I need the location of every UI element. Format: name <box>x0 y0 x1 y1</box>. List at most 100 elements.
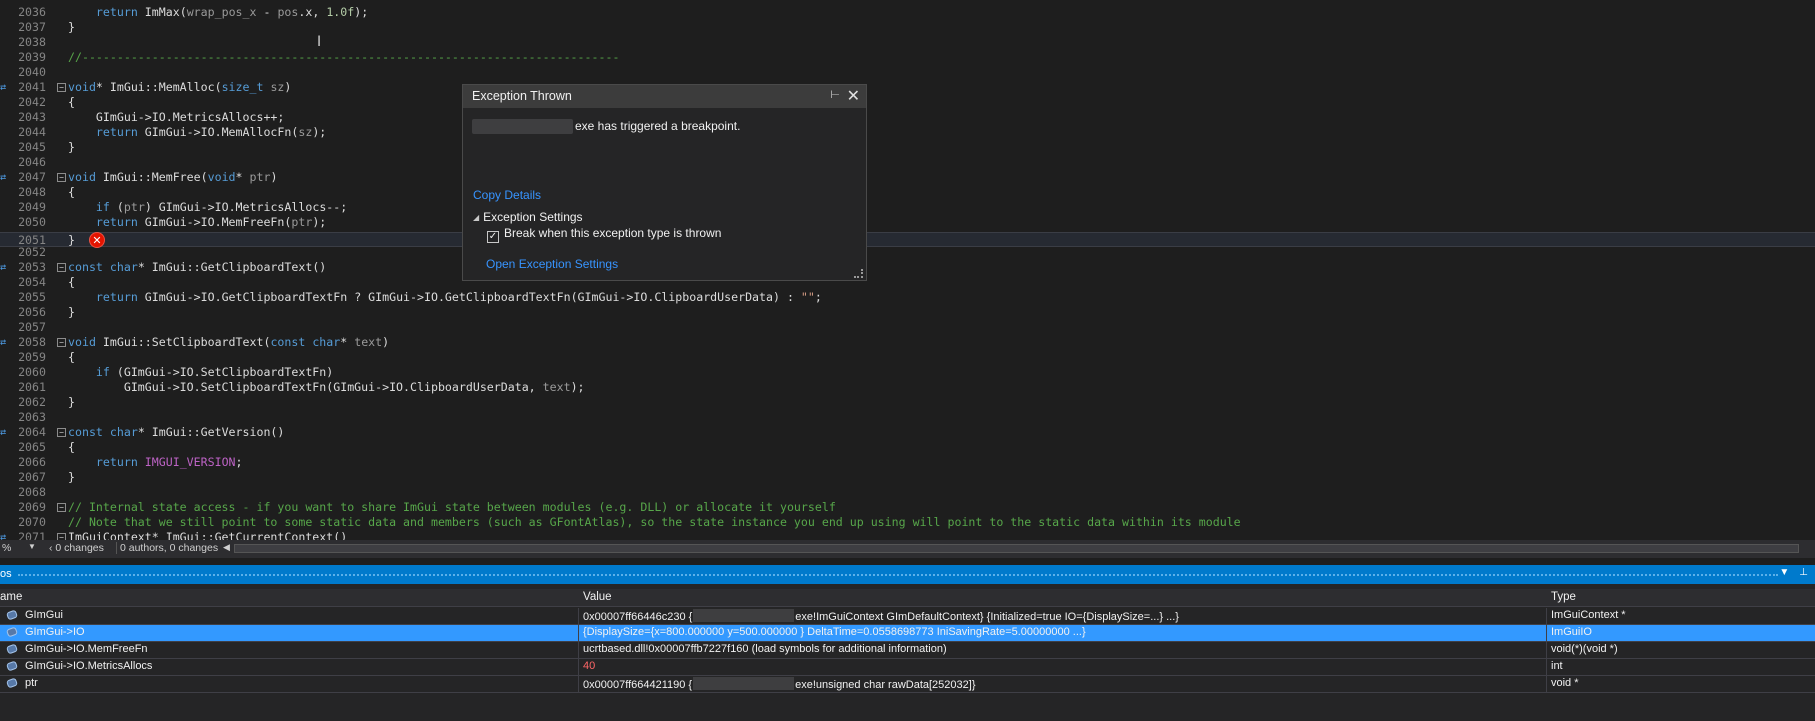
fold-toggle-icon[interactable]: − <box>57 338 66 347</box>
code-text[interactable]: } <box>68 305 75 320</box>
autos-row[interactable]: ptr 0x00007ff664421190 {exe!unsigned char… <box>0 676 1815 693</box>
fold-toggle-icon[interactable]: − <box>57 83 66 92</box>
code-line[interactable]: 2048 { <box>0 185 1815 200</box>
code-line[interactable]: ⇄ 2047 − void ImGui::MemFree(void* ptr) <box>0 170 1815 185</box>
code-text[interactable]: return IMGUI_VERSION; <box>68 455 243 470</box>
variable-name[interactable]: GImGui->IO.MetricsAllocs <box>25 660 152 672</box>
code-line[interactable]: 2044 return GImGui->IO.MemAllocFn(sz); <box>0 125 1815 140</box>
code-text[interactable]: return ImMax(wrap_pos_x - pos.x, 1.0f); <box>68 5 368 20</box>
code-text[interactable]: const char* ImGui::GetClipboardText() <box>68 260 326 275</box>
code-line[interactable]: ⇄ 2071 − ImGuiContext* ImGui::GetCurrentCon… <box>0 530 1815 540</box>
code-line[interactable]: 2061 GImGui->IO.SetClipboardTextFn(GImGu… <box>0 380 1815 395</box>
code-line[interactable]: 2070 // Note that we still point to some … <box>0 515 1815 530</box>
code-text[interactable]: if (ptr) GImGui->IO.MetricsAllocs--; <box>68 200 347 215</box>
checkmark-icon[interactable]: ✓ <box>487 231 499 243</box>
code-line[interactable]: 2050 return GImGui->IO.MemFreeFn(ptr); <box>0 215 1815 230</box>
code-line[interactable]: 2063 <box>0 410 1815 425</box>
code-line[interactable]: 2066 return IMGUI_VERSION; <box>0 455 1815 470</box>
pin-icon[interactable]: ⊢ <box>830 88 840 101</box>
code-text[interactable]: { <box>68 275 75 290</box>
zoom-dropdown-icon[interactable]: ▼ <box>28 542 36 551</box>
column-value[interactable]: Value <box>583 591 612 603</box>
autos-row[interactable]: GImGui->IO.MetricsAllocs 40 int <box>0 659 1815 676</box>
code-text[interactable]: // Internal state access - if you want t… <box>68 500 836 515</box>
error-breakpoint-icon[interactable]: ✕ <box>89 232 105 248</box>
code-editor[interactable]: 2036 return ImMax(wrap_pos_x - pos.x, 1.… <box>0 0 1815 540</box>
code-line[interactable]: ⇄ 2064 − const char* ImGui::GetVersion() <box>0 425 1815 440</box>
code-line[interactable]: ⇄ 2041 − void* ImGui::MemAlloc(size_t sz) <box>0 80 1815 95</box>
code-text[interactable]: void ImGui::MemFree(void* ptr) <box>68 170 277 185</box>
break-on-exception-checkbox[interactable]: ✓ Break when this exception type is throw… <box>487 226 721 243</box>
code-line[interactable]: 2057 <box>0 320 1815 335</box>
code-line[interactable]: 2065 { <box>0 440 1815 455</box>
authors-indicator[interactable]: 0 authors, 0 changes <box>116 542 218 554</box>
dropdown-icon[interactable]: ▼ <box>1779 567 1789 578</box>
code-line[interactable]: 2068 <box>0 485 1815 500</box>
code-text[interactable]: } <box>68 20 75 35</box>
code-line[interactable]: 2055 return GImGui->IO.GetClipboardTextF… <box>0 290 1815 305</box>
code-line[interactable]: 2043 GImGui->IO.MetricsAllocs++; <box>0 110 1815 125</box>
autos-row[interactable]: GImGui->IO {DisplaySize={x=800.000000 y=5… <box>0 625 1815 642</box>
code-text[interactable]: //--------------------------------------… <box>68 50 619 65</box>
fold-toggle-icon[interactable]: − <box>57 428 66 437</box>
code-text[interactable]: void* ImGui::MemAlloc(size_t sz) <box>68 80 291 95</box>
code-line[interactable]: 2069 −// Internal state access - if you w… <box>0 500 1815 515</box>
code-line[interactable]: 2039 //----------------------------------… <box>0 50 1815 65</box>
code-text[interactable]: return GImGui->IO.MemFreeFn(ptr); <box>68 215 326 230</box>
variable-name[interactable]: ptr <box>25 677 38 689</box>
code-text[interactable]: { <box>68 95 75 110</box>
code-line[interactable]: 2040 <box>0 65 1815 80</box>
code-line[interactable]: 2056} <box>0 305 1815 320</box>
code-text[interactable]: // Note that we still point to some stat… <box>68 515 1241 530</box>
copy-details-link[interactable]: Copy Details <box>473 188 541 202</box>
fold-toggle-icon[interactable]: − <box>57 503 66 512</box>
code-line[interactable]: 2038 <box>0 35 1815 50</box>
scroll-left-icon[interactable]: ◀ <box>223 542 230 553</box>
column-type[interactable]: Type <box>1551 591 1576 603</box>
pin-icon[interactable]: ⊥ <box>1799 567 1808 578</box>
code-text[interactable]: { <box>68 185 75 200</box>
variable-value[interactable]: ucrtbased.dll!0x00007ffb7227f160 (load s… <box>583 643 1543 655</box>
code-text[interactable]: return GImGui->IO.GetClipboardTextFn ? G… <box>68 290 822 305</box>
variable-name[interactable]: GImGui->IO.MemFreeFn <box>25 643 148 655</box>
variable-value[interactable]: {DisplaySize={x=800.000000 y=500.000000 … <box>583 626 1543 638</box>
variable-value[interactable]: 0x00007ff664421190 {exe!unsigned char ra… <box>583 677 1543 691</box>
open-exception-settings-link[interactable]: Open Exception Settings <box>486 257 618 271</box>
code-text[interactable]: GImGui->IO.MetricsAllocs++; <box>68 110 285 125</box>
code-text[interactable]: { <box>68 440 75 455</box>
variable-value[interactable]: 0x00007ff66446c230 {exe!ImGuiContext GIm… <box>583 609 1543 623</box>
code-line[interactable]: 2046 <box>0 155 1815 170</box>
exception-settings-toggle[interactable]: ◢ Exception Settings <box>473 210 583 224</box>
code-line[interactable]: 2067} <box>0 470 1815 485</box>
column-name[interactable]: ame <box>0 591 22 603</box>
variable-name[interactable]: GImGui <box>25 609 63 621</box>
resize-grip-icon[interactable] <box>854 269 863 278</box>
code-line[interactable]: ⇄ 2053 − const char* ImGui::GetClipboardTex… <box>0 260 1815 275</box>
code-line[interactable]: 2045} <box>0 140 1815 155</box>
horizontal-scrollbar[interactable] <box>234 544 1799 553</box>
code-text[interactable]: GImGui->IO.SetClipboardTextFn(GImGui->IO… <box>68 380 585 395</box>
code-text[interactable]: } <box>68 395 75 410</box>
code-text[interactable]: ImGuiContext* ImGui::GetCurrentContext() <box>68 530 347 540</box>
code-text[interactable]: } <box>68 470 75 485</box>
code-line[interactable]: 2052 <box>0 245 1815 260</box>
code-text[interactable]: const char* ImGui::GetVersion() <box>68 425 284 440</box>
variable-value[interactable]: 40 <box>583 660 1543 672</box>
code-line[interactable]: 2059 { <box>0 350 1815 365</box>
fold-toggle-icon[interactable]: − <box>57 533 66 540</box>
autos-row[interactable]: GImGui->IO.MemFreeFn ucrtbased.dll!0x0000… <box>0 642 1815 659</box>
zoom-level[interactable]: % <box>2 542 11 554</box>
close-icon[interactable]: ✕ <box>847 86 860 105</box>
code-line[interactable]: ⇄ 2058 − void ImGui::SetClipboardText(const… <box>0 335 1815 350</box>
code-text[interactable]: void ImGui::SetClipboardText(const char*… <box>68 335 389 350</box>
code-line[interactable]: 2060 if (GImGui->IO.SetClipboardTextFn) <box>0 365 1815 380</box>
code-line[interactable]: 2054 { <box>0 275 1815 290</box>
fold-toggle-icon[interactable]: − <box>57 263 66 272</box>
code-text[interactable]: } <box>68 140 75 155</box>
code-line[interactable]: 2062} <box>0 395 1815 410</box>
code-line[interactable]: 2037} <box>0 20 1815 35</box>
autos-row[interactable]: GImGui 0x00007ff66446c230 {exe!ImGuiConte… <box>0 608 1815 625</box>
code-line[interactable]: 2042 { <box>0 95 1815 110</box>
code-line[interactable]: 2036 return ImMax(wrap_pos_x - pos.x, 1.… <box>0 5 1815 20</box>
changes-indicator[interactable]: ‹ 0 changes <box>49 542 104 554</box>
